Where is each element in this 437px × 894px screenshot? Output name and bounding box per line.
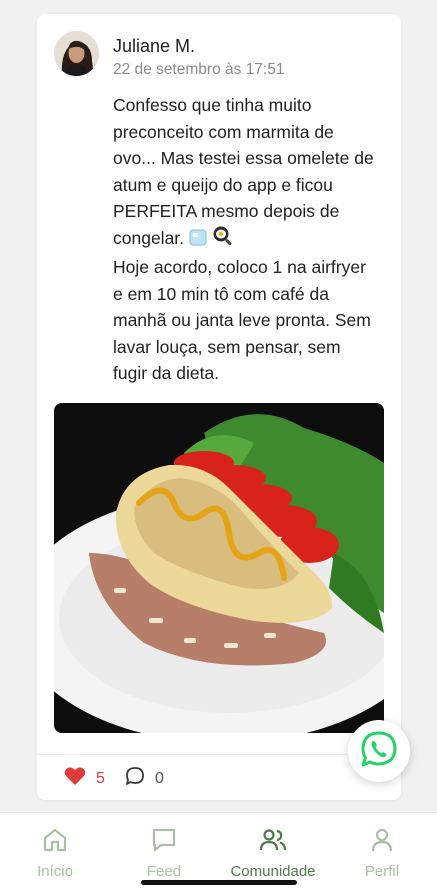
post-text-line: atum e queijo do app e ficou — [113, 174, 333, 195]
whatsapp-button[interactable] — [348, 720, 410, 782]
post-text-line: PERFEITA mesmo depois de — [113, 201, 340, 221]
post-text-line: congelar. — [113, 227, 185, 248]
tab-feed[interactable]: Feed — [109, 827, 219, 880]
comment-button[interactable]: 0 — [125, 766, 164, 791]
chat-bubble-icon — [151, 827, 177, 858]
post-actions-bar: 5 0 — [37, 754, 401, 800]
whatsapp-icon — [360, 730, 398, 773]
like-button[interactable]: 5 — [64, 766, 105, 791]
community-post-screen: Juliane M. 22 de setembro às 17:51 Confe… — [0, 0, 437, 894]
frying-pan-egg-icon — [212, 225, 234, 255]
home-indicator — [141, 880, 297, 885]
post-text-line-with-emoji: congelar. — [113, 225, 393, 255]
post-text-line: fugir da dieta. — [113, 363, 220, 383]
tab-label: Perfil — [364, 863, 400, 880]
tab-label: Início — [37, 863, 73, 880]
comment-icon — [125, 766, 145, 791]
post-text-line: Hoje acordo, coloco 1 na airfryer — [113, 257, 366, 277]
avatar[interactable] — [54, 31, 99, 76]
like-count: 5 — [96, 769, 105, 787]
tab-label: Feed — [146, 863, 182, 880]
post-text-line: preconceito com marmita de — [113, 121, 334, 142]
post-text: Confesso que tinha muito preconceito com… — [113, 92, 393, 387]
post-text-line: ovo... Mas testei essa omelete de — [113, 148, 374, 168]
users-icon — [259, 827, 287, 858]
tab-label: Comunidade — [230, 863, 316, 880]
ice-cube-icon — [188, 227, 208, 255]
tab-perfil[interactable]: Perfil — [327, 827, 437, 880]
home-icon — [42, 827, 68, 858]
comment-count: 0 — [155, 769, 164, 787]
post-text-line: e em 10 min tô com café da — [113, 283, 329, 304]
post-card: Juliane M. 22 de setembro às 17:51 Confe… — [37, 14, 401, 800]
post-photo-omelette[interactable] — [54, 403, 384, 733]
post-date: 22 de setembro às 17:51 — [113, 61, 285, 78]
post-text-line: manhã ou janta leve pronta. Sem — [113, 310, 371, 330]
tab-comunidade[interactable]: Comunidade — [218, 827, 328, 880]
tab-inicio[interactable]: Início — [0, 827, 110, 880]
person-icon — [369, 827, 395, 858]
author-name[interactable]: Juliane M. — [113, 36, 195, 57]
post-text-line: Confesso que tinha muito — [113, 95, 312, 115]
post-text-line: lavar louça, sem pensar, sem — [113, 336, 341, 357]
heart-icon — [64, 766, 86, 791]
